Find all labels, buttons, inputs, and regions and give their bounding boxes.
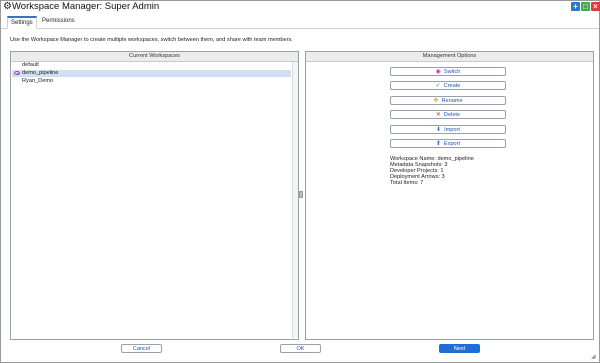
- resize-grip-icon[interactable]: ◢: [591, 354, 597, 360]
- delete-icon: ✕: [435, 112, 441, 118]
- workspace-item-ryan-demo[interactable]: Ryan_Demo: [12, 78, 291, 85]
- delete-button[interactable]: ✕ Delete: [390, 110, 506, 119]
- switch-button[interactable]: ◉ Switch: [390, 67, 506, 76]
- create-button[interactable]: ✓ Create: [390, 81, 506, 90]
- tab-bar: Settings Permissions: [1, 14, 599, 29]
- info-total-items: Total Items: 7: [390, 180, 424, 186]
- management-options-panel: Management Options ◉ Switch ✓ Create ✥ Rena…: [305, 51, 594, 340]
- rename-button[interactable]: ✥ Rename: [390, 96, 506, 105]
- create-button-label: Create: [443, 83, 461, 89]
- workspace-item-label: demo_pipeline: [22, 70, 59, 76]
- export-button[interactable]: ⬆ Export: [390, 139, 506, 148]
- check-icon: ✓: [435, 83, 441, 89]
- window-title: Workspace Manager: Super Admin: [12, 1, 160, 12]
- import-button[interactable]: ⬇ Import: [390, 125, 506, 134]
- workspace-item-default[interactable]: default: [12, 62, 291, 69]
- eye-icon: [14, 71, 20, 75]
- description-text: Use the Workspace Manager to create mult…: [10, 37, 293, 43]
- tab-permissions[interactable]: Permissions: [39, 16, 78, 27]
- workspace-list: default demo_pipeline Ryan_Demo: [11, 62, 291, 338]
- maximize-window-button[interactable]: □: [581, 2, 590, 11]
- rename-button-label: Rename: [441, 98, 463, 104]
- delete-button-label: Delete: [443, 112, 461, 118]
- eye-icon: ◉: [435, 69, 441, 75]
- workspace-item-label: Ryan_Demo: [22, 78, 54, 84]
- next-button[interactable]: Next: [439, 344, 480, 353]
- export-button-label: Export: [443, 141, 461, 147]
- export-icon: ⬆: [435, 141, 441, 147]
- import-icon: ⬇: [436, 127, 442, 133]
- add-window-button[interactable]: +: [571, 2, 580, 11]
- management-options-header: Management Options: [306, 52, 593, 62]
- workspace-item-label: default: [22, 62, 39, 68]
- tab-settings[interactable]: Settings: [7, 16, 37, 29]
- panel-splitter-handle[interactable]: [299, 191, 303, 198]
- title-bar: ⚙ Workspace Manager: Super Admin + □ ×: [1, 1, 600, 13]
- current-workspaces-panel: Current Workspaces default demo_pipeline…: [10, 51, 299, 340]
- import-button-label: Import: [444, 127, 460, 133]
- close-window-button[interactable]: ×: [591, 2, 600, 11]
- ok-button[interactable]: OK: [280, 344, 321, 353]
- rename-icon: ✥: [433, 98, 439, 104]
- switch-button-label: Switch: [443, 69, 461, 75]
- workspace-list-scrollbar[interactable]: [292, 62, 298, 338]
- current-workspaces-header: Current Workspaces: [11, 52, 298, 62]
- workspace-manager-window: ⚙ Workspace Manager: Super Admin + □ × S…: [0, 0, 600, 363]
- cancel-button[interactable]: Cancel: [121, 344, 162, 353]
- workspace-item-demo-pipeline[interactable]: demo_pipeline: [12, 70, 291, 77]
